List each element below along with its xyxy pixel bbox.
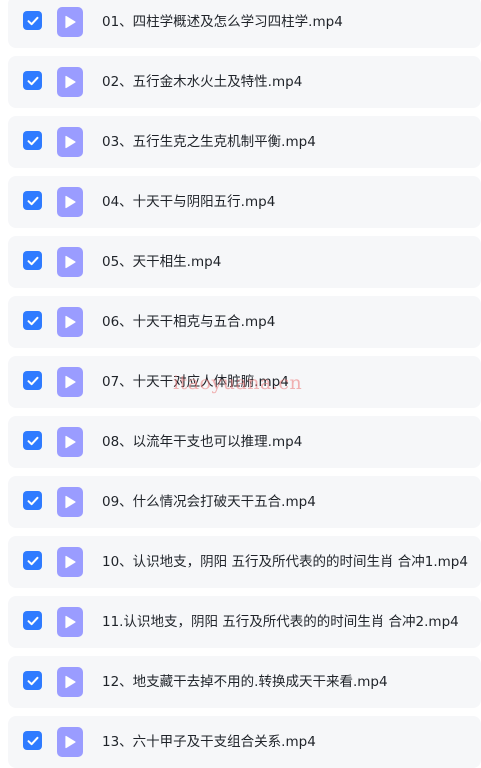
file-list: 01、四柱学概述及怎么学习四柱学.mp4 02、五行金木水火土及特性.mp4 03、… [0,0,481,768]
video-file-icon [57,427,83,457]
video-file-icon [57,127,83,157]
play-icon [65,75,76,89]
file-checkbox[interactable] [23,311,42,330]
video-file-icon [57,547,83,577]
play-icon [65,195,76,209]
play-icon [65,675,76,689]
play-icon [65,615,76,629]
play-icon [65,375,76,389]
file-name: 12、地支藏干去掉不用的.转换成天干来看.mp4 [102,674,388,690]
file-name: 02、五行金木水火土及特性.mp4 [102,74,303,90]
file-checkbox[interactable] [23,71,42,90]
play-icon [65,435,76,449]
file-row[interactable]: 07、十天干对应人体脏腑.mp4 [8,356,481,408]
file-checkbox[interactable] [23,551,42,570]
file-row[interactable]: 03、五行生克之生克机制平衡.mp4 [8,116,481,168]
video-file-icon [57,67,83,97]
file-row[interactable]: 05、天干相生.mp4 [8,236,481,288]
file-checkbox[interactable] [23,491,42,510]
file-row[interactable]: 04、十天干与阴阳五行.mp4 [8,176,481,228]
file-name: 09、什么情况会打破天干五合.mp4 [102,494,316,510]
file-name: 05、天干相生.mp4 [102,254,222,270]
check-icon [27,736,38,745]
video-file-icon [57,307,83,337]
play-icon [65,255,76,269]
check-icon [27,256,38,265]
check-icon [27,676,38,685]
check-icon [27,16,38,25]
check-icon [27,316,38,325]
file-checkbox[interactable] [23,611,42,630]
video-file-icon [57,607,83,637]
file-checkbox[interactable] [23,131,42,150]
check-icon [27,436,38,445]
file-name: 03、五行生克之生克机制平衡.mp4 [102,134,316,150]
file-checkbox[interactable] [23,11,42,30]
file-row[interactable]: 12、地支藏干去掉不用的.转换成天干来看.mp4 [8,656,481,708]
play-icon [65,135,76,149]
file-row[interactable]: 06、十天干相克与五合.mp4 [8,296,481,348]
file-name: 01、四柱学概述及怎么学习四柱学.mp4 [102,14,343,30]
file-checkbox[interactable] [23,731,42,750]
file-name: 07、十天干对应人体脏腑.mp4 [102,374,289,390]
check-icon [27,196,38,205]
file-checkbox[interactable] [23,671,42,690]
video-file-icon [57,7,83,37]
play-icon [65,15,76,29]
file-name: 08、以流年干支也可以推理.mp4 [102,434,303,450]
file-row[interactable]: 02、五行金木水火土及特性.mp4 [8,56,481,108]
file-checkbox[interactable] [23,251,42,270]
play-icon [65,315,76,329]
check-icon [27,496,38,505]
file-name: 11.认识地支，阴阳 五行及所代表的的时间生肖 合冲2.mp4 [102,614,459,630]
check-icon [27,556,38,565]
video-file-icon [57,667,83,697]
file-row[interactable]: 11.认识地支，阴阳 五行及所代表的的时间生肖 合冲2.mp4 [8,596,481,648]
file-name: 10、认识地支，阴阳 五行及所代表的的时间生肖 合冲1.mp4 [102,554,468,570]
video-file-icon [57,727,83,757]
file-name: 13、六十甲子及干支组合关系.mp4 [102,734,316,750]
file-row[interactable]: 13、六十甲子及干支组合关系.mp4 [8,716,481,768]
file-name: 04、十天干与阴阳五行.mp4 [102,194,276,210]
check-icon [27,136,38,145]
file-checkbox[interactable] [23,371,42,390]
check-icon [27,616,38,625]
check-icon [27,76,38,85]
check-icon [27,376,38,385]
play-icon [65,555,76,569]
file-checkbox[interactable] [23,191,42,210]
play-icon [65,495,76,509]
video-file-icon [57,487,83,517]
file-row[interactable]: 01、四柱学概述及怎么学习四柱学.mp4 [8,0,481,48]
play-icon [65,735,76,749]
file-row[interactable]: 10、认识地支，阴阳 五行及所代表的的时间生肖 合冲1.mp4 [8,536,481,588]
video-file-icon [57,247,83,277]
file-row[interactable]: 08、以流年干支也可以推理.mp4 [8,416,481,468]
file-name: 06、十天干相克与五合.mp4 [102,314,276,330]
video-file-icon [57,187,83,217]
video-file-icon [57,367,83,397]
file-checkbox[interactable] [23,431,42,450]
file-row[interactable]: 09、什么情况会打破天干五合.mp4 [8,476,481,528]
